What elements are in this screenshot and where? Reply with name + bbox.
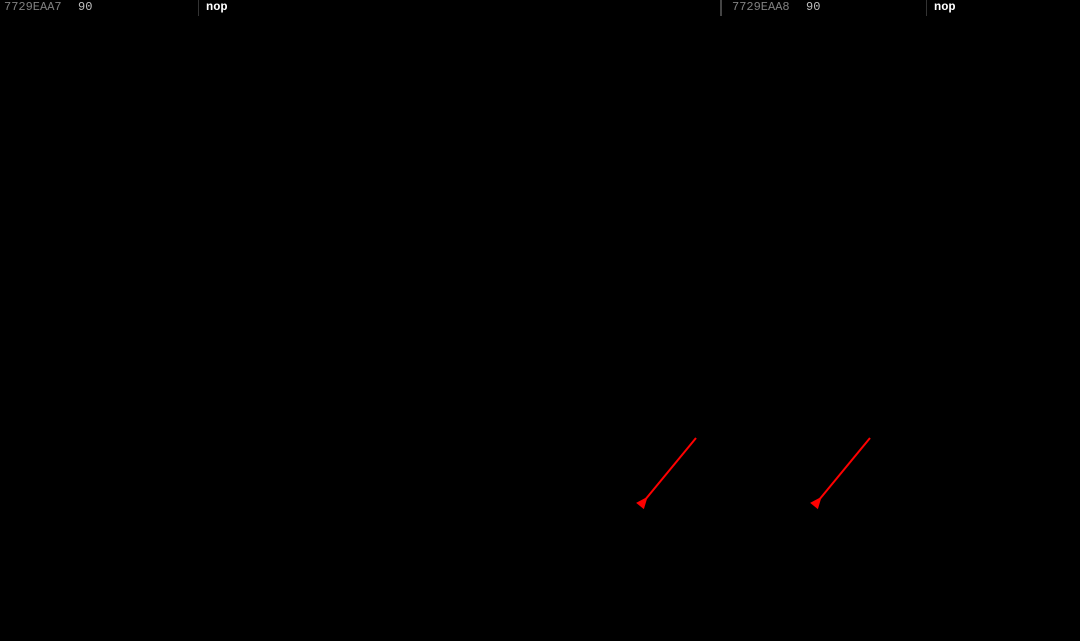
jump-gutter [198, 0, 202, 16]
address-cell[interactable]: 7729EAA7 [0, 0, 70, 16]
bytes-cell[interactable]: 90 [70, 0, 198, 16]
disassembly-cell[interactable]: nop [202, 0, 720, 16]
comment-cell[interactable] [720, 0, 728, 16]
disasm-row[interactable]: 7729EAA890nop [728, 0, 1080, 16]
disassembly-view[interactable]: 7729EAA790nop7729EAA890nop7729EAA98BFFmo… [0, 0, 1080, 635]
bytes-cell[interactable]: 90 [798, 0, 926, 16]
jump-gutter [926, 0, 930, 16]
address-cell[interactable]: 7729EAA8 [728, 0, 798, 16]
disassembly-cell[interactable]: nop [930, 0, 1080, 16]
disasm-row[interactable]: 7729EAA790nop [0, 0, 728, 16]
